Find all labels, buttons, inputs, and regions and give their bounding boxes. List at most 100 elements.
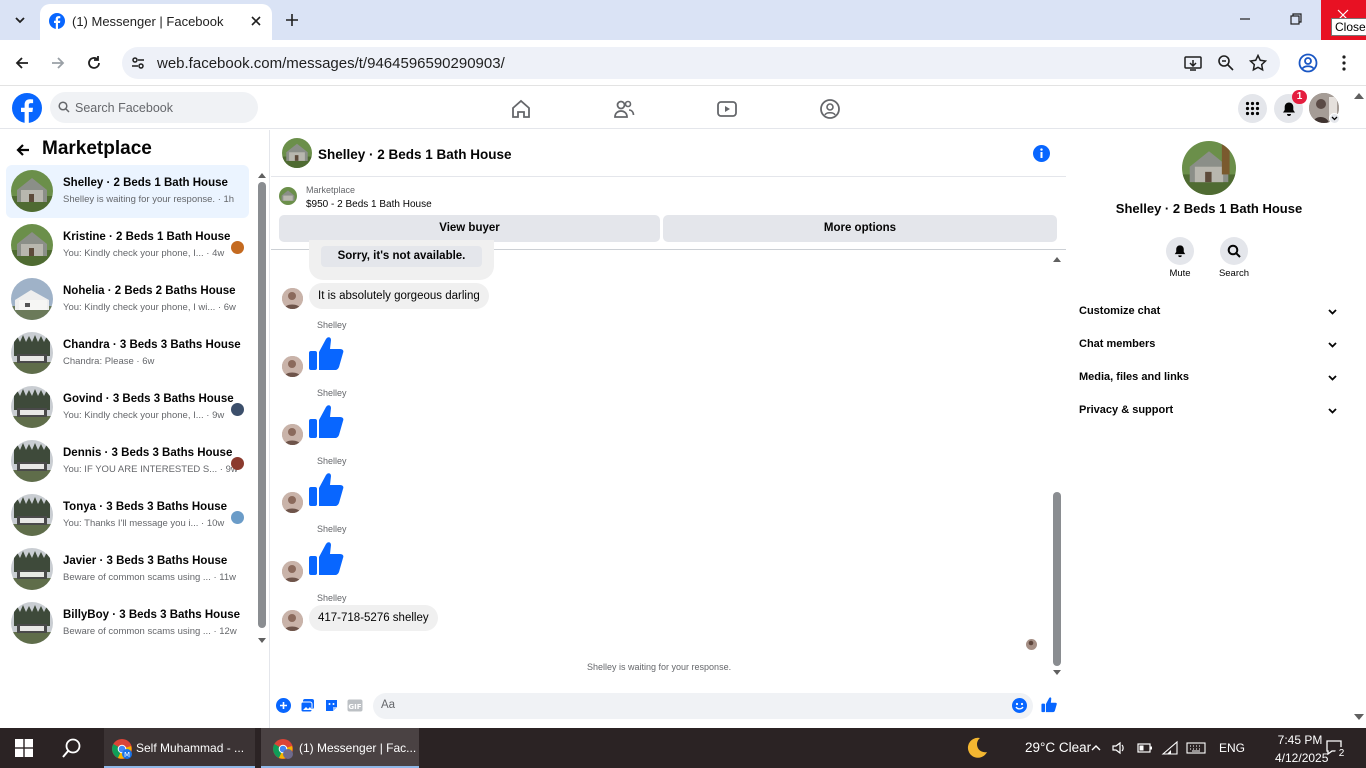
taskbar-app-chrome-2[interactable]: (1) Messenger | Fac... [261,728,419,768]
thumbs-up-icon[interactable] [308,334,346,372]
clock-time[interactable]: 7:45 PM [1275,733,1325,747]
more-options-button[interactable]: More options [663,215,1057,242]
moon-weather-icon[interactable] [965,736,989,760]
video-icon[interactable] [716,98,738,120]
tab-close-icon[interactable] [248,13,264,29]
chevron-down-icon[interactable] [1327,405,1338,416]
thumbs-up-icon[interactable] [308,470,346,508]
media-files-links-section[interactable]: Media, files and links [1079,371,1189,383]
listing-thumbnail[interactable] [279,187,297,205]
thumbs-up-icon[interactable] [308,402,346,440]
reload-button[interactable] [85,54,103,72]
chat-scroll-up-icon[interactable] [1053,256,1061,262]
install-app-icon[interactable] [1184,54,1202,72]
conversation-item[interactable]: BillyBoy · 3 Beds 3 Baths House Beware of… [6,597,249,650]
conversation-item[interactable]: Javier · 3 Beds 3 Baths House Beware of c… [6,543,249,596]
gif-icon[interactable]: GIF [347,698,363,713]
taskbar-app-label: (1) Messenger | Fac... [299,741,417,755]
sender-avatar[interactable] [282,288,303,309]
friends-icon[interactable] [613,98,635,120]
back-button[interactable] [13,54,31,72]
search-in-chat-button[interactable] [1220,237,1248,265]
chevron-down-icon[interactable] [1327,339,1338,350]
chevron-down-icon [15,17,25,24]
conversation-item[interactable]: Kristine · 2 Beds 1 Bath House You: Kindl… [6,219,249,272]
scroll-up-arrow-icon[interactable] [258,172,266,178]
weather-text[interactable]: 29°C Clear [1025,740,1091,755]
thumbs-up-icon[interactable] [308,539,346,577]
facebook-logo-icon[interactable] [12,93,42,123]
window-minimize-button[interactable] [1238,12,1252,26]
message-bubble[interactable]: It is absolutely gorgeous darling [309,283,489,309]
clock-date[interactable]: 4/12/2025 [1275,751,1328,765]
chevron-up-icon[interactable] [1090,742,1102,754]
conversation-item[interactable]: Chandra · 3 Beds 3 Baths House Chandra: P… [6,327,249,380]
profile-photo[interactable] [1182,141,1236,195]
svg-text:M: M [124,751,130,759]
groups-icon[interactable] [819,98,841,120]
chat-scroll-down-icon[interactable] [1053,670,1061,676]
photo-icon[interactable] [300,698,315,713]
browser-menu-icon[interactable] [1336,54,1352,72]
left-scrollbar[interactable] [258,182,266,628]
scroll-down-arrow-icon[interactable] [258,638,266,644]
page-scroll-up-icon[interactable] [1354,92,1364,99]
url-text[interactable]: web.facebook.com/messages/t/946459659029… [157,55,505,72]
conversation-item[interactable]: Govind · 3 Beds 3 Baths House You: Kindly… [6,381,249,434]
volume-icon[interactable] [1111,740,1127,756]
page-scroll-down-icon[interactable] [1354,714,1364,721]
emoji-icon[interactable] [1012,698,1027,713]
chat-avatar[interactable] [282,138,312,168]
conversation-item[interactable]: Nohelia · 2 Beds 2 Baths House You: Kindl… [6,273,249,326]
chat-title[interactable]: Shelley · 2 Beds 1 Bath House [318,147,512,162]
plus-circle-icon[interactable] [276,698,291,713]
bookmark-star-icon[interactable] [1249,54,1267,72]
taskbar-app-label: Self Muhammad - ... [136,741,245,755]
conversation-item[interactable]: Tonya · 3 Beds 3 Baths House You: Thanks … [6,489,249,542]
message-bubble[interactable]: 417-718-5276 shelley [309,605,438,631]
arrow-right-icon [52,57,65,69]
browser-tab-messenger[interactable]: (1) Messenger | Facebook [40,4,272,40]
sender-avatar[interactable] [282,492,303,513]
back-arrow-icon[interactable] [14,141,32,159]
customize-chat-section[interactable]: Customize chat [1079,305,1160,317]
wifi-icon[interactable] [1161,740,1179,756]
sticker-icon[interactable] [324,698,339,713]
zoom-icon[interactable] [1217,54,1235,72]
site-info-icon[interactable] [129,54,147,72]
close-tooltip: Close [1331,18,1366,36]
info-icon[interactable] [1033,145,1050,162]
send-like-icon[interactable] [1041,696,1058,713]
menu-grid-button[interactable] [1238,94,1267,123]
profile-icon[interactable] [1298,53,1318,73]
account-chevron-icon[interactable] [1329,113,1340,124]
language-indicator[interactable]: ENG [1219,741,1245,755]
listing-title[interactable]: $950 - 2 Beds 1 Bath House [306,199,432,210]
arrow-left-icon [15,57,28,69]
chevron-down-icon[interactable] [1327,372,1338,383]
view-buyer-button[interactable]: View buyer [279,215,660,242]
sender-avatar[interactable] [282,424,303,445]
taskbar-search-icon[interactable] [61,737,83,759]
windows-start-icon[interactable] [15,739,33,757]
message-input[interactable] [373,693,1033,719]
home-icon[interactable] [510,98,532,120]
taskbar-app-chrome-1[interactable]: M Self Muhammad - ... [104,728,255,768]
privacy-support-section[interactable]: Privacy & support [1079,404,1173,416]
conversation-item[interactable]: Dennis · 3 Beds 3 Baths House You: IF YOU… [6,435,249,488]
forward-button[interactable] [49,54,67,72]
chevron-down-icon[interactable] [1327,306,1338,317]
sender-avatar[interactable] [282,610,303,631]
sender-avatar[interactable] [282,561,303,582]
battery-icon[interactable] [1136,740,1154,756]
sender-avatar[interactable] [282,356,303,377]
mute-button[interactable] [1166,237,1194,265]
window-restore-button[interactable] [1289,12,1303,26]
tab-search-button[interactable] [7,7,33,33]
new-tab-button[interactable] [282,10,302,30]
chat-members-section[interactable]: Chat members [1079,338,1155,350]
keyboard-icon[interactable] [1186,740,1206,756]
chat-scrollbar[interactable] [1053,492,1061,666]
sender-name: Shelley [317,320,347,330]
conversation-item[interactable]: Shelley · 2 Beds 1 Bath House Shelley is … [6,165,249,218]
